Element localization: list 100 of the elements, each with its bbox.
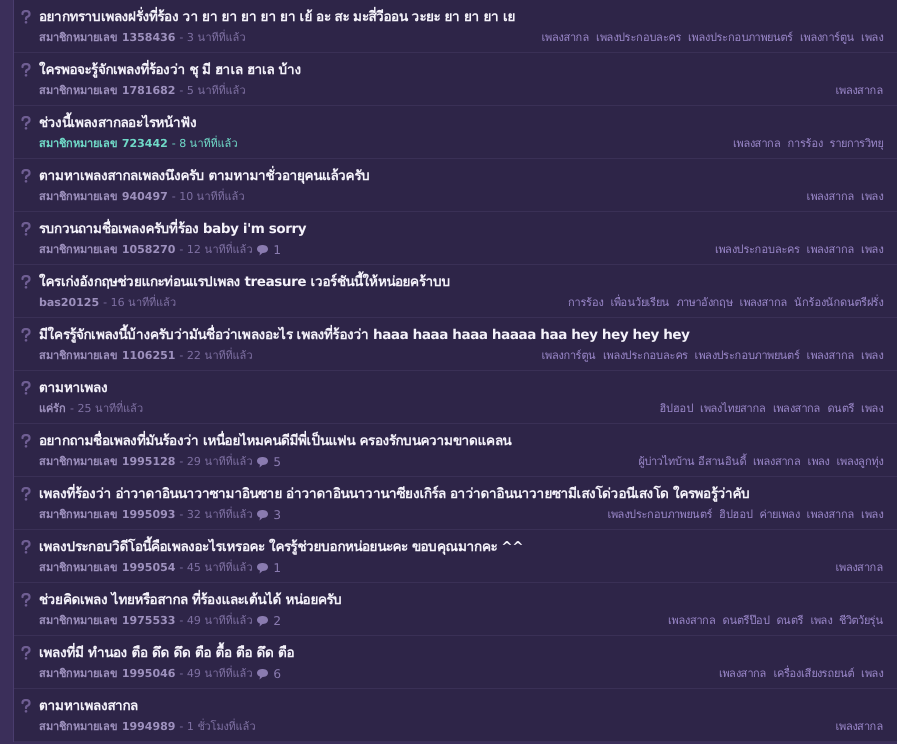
tag-link[interactable]: เพลงลูกทุ่ง: [836, 454, 883, 470]
tag-link[interactable]: เพลง: [861, 242, 883, 258]
tag-link[interactable]: ดนตรีป๊อป: [722, 613, 770, 629]
question-icon: [21, 487, 31, 501]
post-time: - 16 นาทีที่แล้ว: [103, 295, 176, 311]
comment-count: 5: [273, 454, 282, 470]
tag-link[interactable]: เพลงสากล: [740, 295, 788, 311]
topic-title[interactable]: ตามหาเพลง: [39, 378, 883, 398]
tag-link[interactable]: เพลงการ์ตูน: [800, 30, 854, 46]
tag-link[interactable]: การร้อง: [568, 295, 604, 311]
tag-link[interactable]: ฮิปฮอป: [719, 507, 753, 523]
tag-link[interactable]: ชีวิตวัยรุ่น: [839, 613, 883, 629]
tag-link[interactable]: ผู้บ่าวไทบ้าน อีสานอินดี้: [638, 454, 746, 470]
tag-link[interactable]: ดนตรี: [776, 613, 804, 629]
topic-title[interactable]: ช่วงนี้เพลงสากลอะไรหน้าฟัง: [39, 113, 883, 133]
post-time: - 45 นาทีที่แล้ว: [179, 560, 252, 576]
topic-title[interactable]: อยากทราบเพลงฝรั่งที่ร้อง วา ยา ยา ยา ยา ยา เย้ อะ สะ มะสี่วีออน วะยะ ยา ยา ยา เย: [39, 7, 883, 27]
post-time: - 1 ชั่วโมงที่แล้ว: [179, 719, 256, 735]
tag-link[interactable]: เพลงสากล: [835, 560, 883, 576]
tag-link[interactable]: เพลงสากล: [835, 83, 883, 99]
tag-link[interactable]: เพลง: [808, 454, 830, 470]
tag-link[interactable]: เพลงสากล: [806, 507, 854, 523]
author-name[interactable]: สมาชิกหมายเลข 1106251: [39, 348, 176, 364]
tag-link[interactable]: เพลงสากล: [806, 242, 854, 258]
question-icon: [21, 116, 31, 130]
topic-title[interactable]: ตามหาเพลงสากลเพลงนึงครับ ตามหามาชั่วอายุคนแล้วครับ: [39, 166, 883, 186]
tag-link[interactable]: เพลงประกอบละคร: [596, 30, 681, 46]
tag-link[interactable]: รายการวิทยุ: [830, 136, 883, 152]
question-icon: [21, 381, 31, 395]
tag-link[interactable]: การร้อง: [787, 136, 823, 152]
author-name[interactable]: สมาชิกหมายเลข 1781682: [39, 83, 176, 99]
tag-link[interactable]: เพลงสากล: [772, 401, 820, 417]
tag-link[interactable]: เพลง: [861, 401, 883, 417]
topic-title[interactable]: เพลงที่ร้องว่า อ่าวาดาอินนาวาซามาอินซาย อ่าวาดาอินนาวานาซียงเกิร์ล อาว่าดาอินนาวายซามีเสงโด่วอนีเสงโด ใครพอรู้ว่าคับ: [39, 484, 883, 504]
tag-link[interactable]: เพลงสากล: [542, 30, 590, 46]
topic-title[interactable]: มีใครรู้จักเพลงนี้บ้างครับว่ามันชื่อว่าเพลงอะไร เพลงที่ร้องว่า haaa haaa haaa haaaa haa hey hey hey hey: [39, 325, 883, 345]
comment-count: 1: [273, 560, 282, 576]
tag-link[interactable]: เพลงสากล: [752, 454, 801, 470]
post-time: - 32 นาทีที่แล้ว: [179, 507, 252, 523]
author-name[interactable]: สมาชิกหมายเลข 1058270: [39, 242, 176, 258]
author-name[interactable]: สมาชิกหมายเลข 1995054: [39, 560, 176, 576]
author-name[interactable]: สมาชิกหมายเลข 1975533: [39, 613, 176, 629]
author-name[interactable]: สมาชิกหมายเลข 1995046: [39, 666, 176, 682]
tag-link[interactable]: เพลง: [861, 189, 883, 205]
tag-link[interactable]: เพลง: [810, 613, 832, 629]
question-icon: [21, 275, 31, 289]
post-time: - 25 นาทีที่แล้ว: [70, 401, 143, 417]
tag-link[interactable]: เพลงประกอบภาพยนตร์: [607, 507, 712, 523]
comment-count: 2: [273, 613, 282, 629]
author-name[interactable]: สมาชิกหมายเลข 723442: [39, 136, 168, 152]
author-name[interactable]: สมาชิกหมายเลข 940497: [39, 189, 168, 205]
author-name[interactable]: สมาชิกหมายเลข 1994989: [39, 719, 176, 735]
comment-icon: [256, 244, 270, 256]
post-time: - 10 นาทีที่แล้ว: [172, 189, 245, 205]
author-name[interactable]: แค่รัก: [39, 401, 66, 417]
question-icon: [21, 540, 31, 554]
tag-link[interactable]: เพลงประกอบภาพยนตร์: [694, 348, 800, 364]
topic-title[interactable]: เพลงที่มี ทำนอง ตือ ดึด ดึด ตือ ตื้อ ตือ ดึด ตือ: [39, 643, 883, 663]
tag-link[interactable]: เพลง: [861, 30, 883, 46]
tag-link[interactable]: เครื่องเสียงรถยนต์: [773, 666, 854, 682]
topic-title[interactable]: ใครเก่งอังกฤษช่วยแกะท่อนแรปเพลง treasure เวอร์ชันนี้ให้หน่อยคร้าบบ: [39, 272, 883, 292]
tag-link[interactable]: เพลง: [861, 507, 883, 523]
topic-title[interactable]: ตามหาเพลงสากล: [39, 696, 883, 716]
author-name[interactable]: bas20125: [39, 295, 100, 311]
tag-link[interactable]: เพลงไทยสากล: [700, 401, 766, 417]
question-icon: [21, 593, 31, 607]
post-time: - 3 นาทีที่แล้ว: [179, 30, 246, 46]
author-name[interactable]: สมาชิกหมายเลข 1995093: [39, 507, 176, 523]
tag-link[interactable]: เพลงสากล: [806, 348, 854, 364]
question-icon: [21, 699, 31, 713]
post-time: - 49 นาทีที่แล้ว: [179, 613, 252, 629]
comment-icon: [256, 456, 270, 468]
tag-link[interactable]: ภาษาอังกฤษ: [676, 295, 733, 311]
tag-link[interactable]: เพลงสากล: [718, 666, 766, 682]
author-name[interactable]: สมาชิกหมายเลข 1358436: [39, 30, 176, 46]
topic-title[interactable]: ใครพอจะรู้จักเพลงที่ร้องว่า ชุ มี ฮาเล ฮาเล บ้าง: [39, 60, 883, 80]
tag-link[interactable]: เพลงประกอบละคร: [714, 242, 800, 258]
tag-link[interactable]: เพลงสากล: [835, 719, 883, 735]
tag-link[interactable]: ดนตรี: [827, 401, 854, 417]
tag-link[interactable]: นักร้องนักดนตรีฝรั่ง: [794, 295, 883, 311]
tag-link[interactable]: เพลงสากล: [668, 613, 716, 629]
topic-title[interactable]: อยากถามชื่อเพลงที่มันร้องว่า เหนื่อยไหมคนดีมีพี่เป็นแฟน ครองรักบนความขาดแคลน: [39, 431, 883, 451]
tag-link[interactable]: ฮิปฮอป: [660, 401, 694, 417]
tag-link[interactable]: เพลงสากล: [732, 136, 780, 152]
question-icon: [21, 222, 31, 236]
tag-link[interactable]: เพลง: [861, 348, 883, 364]
comment-icon: [256, 562, 270, 574]
tag-link[interactable]: ค่ายเพลง: [760, 507, 800, 523]
tag-link[interactable]: เพลงการ์ตูน: [542, 348, 596, 364]
tag-link[interactable]: เพลงประกอบภาพยนตร์: [688, 30, 793, 46]
topic-title[interactable]: ช่วยคิดเพลง ไทยหรือสากล ที่ร้องและเต้นได้ หน่อยครับ: [39, 590, 883, 610]
topic-title[interactable]: เพลงประกอบวิดีโอนี้คือเพลงอะไรเหรอคะ ใครรู้ช่วยบอกหน่อยนะคะ ขอบคุณมากคะ ^^: [39, 537, 883, 557]
tag-link[interactable]: เพื่อนวัยเรียน: [610, 295, 670, 311]
author-name[interactable]: สมาชิกหมายเลข 1995128: [39, 454, 176, 470]
tag-link[interactable]: เพลงสากล: [806, 189, 854, 205]
tag-link[interactable]: เพลง: [861, 666, 883, 682]
comment-count: 3: [273, 507, 282, 523]
topic-title[interactable]: รบกวนถามชื่อเพลงครับที่ร้อง baby i'm sorry: [39, 219, 883, 239]
tag-link[interactable]: เพลงประกอบละคร: [602, 348, 688, 364]
comment-count: 1: [273, 242, 282, 258]
